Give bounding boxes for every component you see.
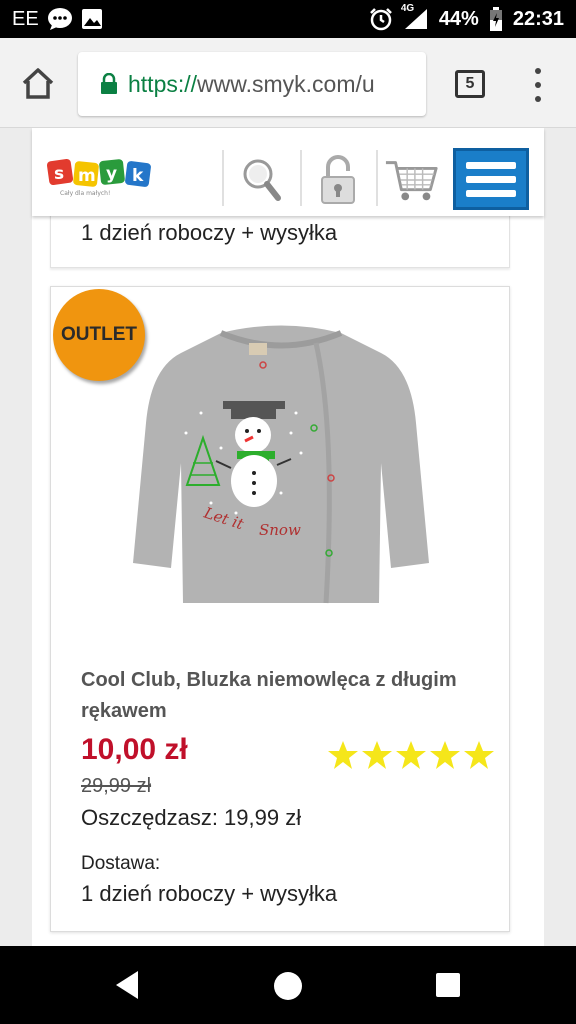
- delivery-value: 1 dzień roboczy + wysyłka: [81, 881, 338, 906]
- svg-text:s: s: [54, 164, 64, 184]
- home-icon[interactable]: [20, 66, 56, 102]
- tab-switcher-button[interactable]: 5: [455, 70, 485, 98]
- signal-icon: 4G: [401, 3, 429, 31]
- current-price: 10,00 zł: [81, 733, 188, 766]
- header-divider: [376, 150, 378, 206]
- url-bar[interactable]: https://www.smyk.com/u: [78, 52, 426, 116]
- back-icon[interactable]: [110, 968, 144, 1002]
- lock-icon[interactable]: [310, 152, 366, 208]
- delivery-label: Dostawa:: [81, 853, 161, 874]
- network-type-label: 4G: [400, 3, 415, 14]
- message-icon: [47, 7, 73, 31]
- star-icon: [464, 741, 494, 769]
- star-icon: [328, 741, 358, 769]
- battery-icon: [489, 7, 503, 31]
- rating-stars: [327, 739, 495, 771]
- smyk-logo[interactable]: s m y k Cały dla małych!: [46, 158, 158, 198]
- header-divider: [222, 150, 224, 206]
- site-header: s m y k Cały dla małych!: [32, 128, 544, 216]
- header-divider: [300, 150, 302, 206]
- star-icon: [396, 741, 426, 769]
- url-scheme: https://: [128, 70, 198, 97]
- android-nav-bar: [0, 946, 576, 1024]
- clock: 22:31: [512, 7, 564, 30]
- svg-text:k: k: [132, 166, 144, 186]
- svg-text:y: y: [106, 164, 117, 184]
- battery-percent: 44%: [438, 7, 479, 30]
- star-icon: [362, 741, 392, 769]
- carrier-label: EE: [12, 7, 39, 30]
- browser-menu-icon[interactable]: [528, 68, 548, 102]
- url-host: www.smyk.com/u: [197, 70, 375, 97]
- cart-icon[interactable]: [384, 152, 440, 208]
- page-content: 1 dzień roboczy + wysyłka s m y k Cały d…: [32, 128, 544, 946]
- web-page: 1 dzień roboczy + wysyłka s m y k Cały d…: [0, 128, 576, 946]
- image-icon: [81, 8, 103, 30]
- recents-icon[interactable]: [436, 973, 460, 997]
- url-text: https://www.smyk.com/u: [128, 71, 375, 98]
- savings-text: Oszczędzasz: 19,99 zł: [81, 805, 302, 830]
- home-circle-icon[interactable]: [274, 972, 302, 1000]
- menu-icon[interactable]: [453, 148, 529, 210]
- old-price: 29,99 zł: [81, 775, 152, 797]
- secure-lock-icon: [101, 73, 117, 94]
- outlet-badge: OUTLET: [53, 289, 145, 381]
- svg-text:m: m: [78, 166, 96, 186]
- product-image[interactable]: Let it Snow: [111, 313, 451, 613]
- star-icon: [430, 741, 460, 769]
- search-icon[interactable]: [234, 152, 290, 208]
- svg-text:Cały dla małych!: Cały dla małych!: [60, 190, 110, 197]
- svg-text:Snow: Snow: [259, 521, 301, 539]
- delivery-value: 1 dzień roboczy + wysyłka: [81, 220, 338, 245]
- browser-toolbar: https://www.smyk.com/u 5: [0, 38, 576, 128]
- status-bar: EE 4G 44% 22:31: [0, 0, 576, 38]
- tab-count: 5: [465, 75, 475, 92]
- alarm-icon: [369, 7, 393, 31]
- product-title[interactable]: Cool Club, Bluzka niemowlęca z długim rę…: [81, 665, 501, 727]
- product-card[interactable]: OUTLET Let it Snow Cool Club, Bluzka nie…: [50, 286, 510, 932]
